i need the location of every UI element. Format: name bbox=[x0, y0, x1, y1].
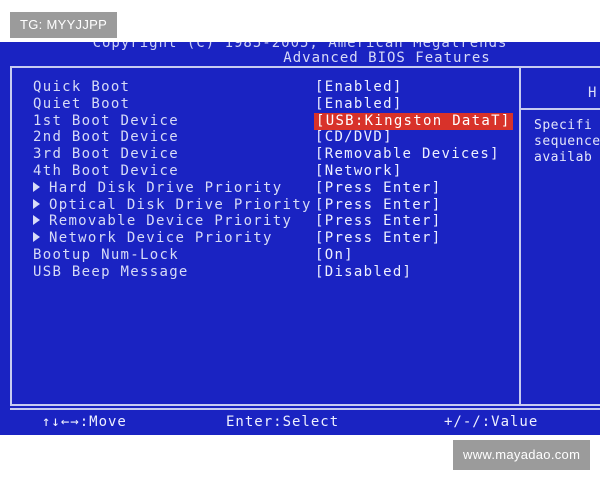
footer-select-hint: Enter:Select bbox=[226, 414, 340, 430]
footer-value-hint: +/-/:Value bbox=[444, 414, 539, 430]
setting-row[interactable]: Bootup Num-Lock [On] bbox=[33, 247, 523, 264]
setting-label-text: USB Beep Message bbox=[33, 263, 189, 280]
page: TG: MYYJJPP Copyright (C) 1985-2005, Ame… bbox=[0, 0, 600, 480]
setting-label: Optical Disk Drive Priority bbox=[33, 197, 312, 214]
settings-list: Quick Boot [Enabled] Quiet Boot [Enabled] 1s… bbox=[33, 79, 523, 281]
setting-label-text: Quiet Boot bbox=[33, 95, 131, 112]
setting-label: 1st Boot Device bbox=[33, 113, 179, 130]
setting-label: Bootup Num-Lock bbox=[33, 247, 179, 264]
submenu-arrow-icon bbox=[33, 181, 40, 192]
setting-label-text: Quick Boot bbox=[33, 79, 131, 95]
setting-value[interactable]: [Removable Devices] bbox=[315, 146, 500, 163]
setting-label: USB Beep Message bbox=[33, 264, 189, 281]
submenu-arrow-icon bbox=[33, 215, 40, 226]
setting-label: Quick Boot bbox=[33, 79, 130, 96]
setting-row[interactable]: Optical Disk Drive Priority [Press Enter] bbox=[33, 197, 523, 214]
setting-label: Hard Disk Drive Priority bbox=[33, 180, 283, 197]
setting-value[interactable]: [Disabled] bbox=[315, 264, 412, 281]
setting-label-text: Optical Disk Drive Priority bbox=[49, 196, 312, 213]
setting-row[interactable]: 4th Boot Device [Network] bbox=[33, 163, 523, 180]
setting-label-text: Removable Device Priority bbox=[49, 213, 293, 230]
setting-label-text: Hard Disk Drive Priority bbox=[49, 179, 283, 196]
help-panel-separator bbox=[521, 108, 600, 110]
setting-label-text: 1st Boot Device bbox=[33, 112, 179, 129]
footer-separator bbox=[10, 408, 600, 410]
setting-label-text: 2nd Boot Device bbox=[33, 129, 179, 146]
setting-row[interactable]: Network Device Priority [Press Enter] bbox=[33, 230, 523, 247]
setting-label-text: 3rd Boot Device bbox=[33, 146, 179, 163]
setting-row[interactable]: Hard Disk Drive Priority [Press Enter] bbox=[33, 180, 523, 197]
setting-value[interactable]: [Enabled] bbox=[315, 96, 403, 113]
setting-row[interactable]: 2nd Boot Device [CD/DVD] bbox=[33, 129, 523, 146]
watermark-top: TG: MYYJJPP bbox=[10, 12, 118, 38]
setting-value[interactable]: [CD/DVD] bbox=[315, 129, 393, 146]
setting-value[interactable]: [Press Enter] bbox=[315, 230, 441, 247]
setting-label-text: Network Device Priority bbox=[49, 230, 273, 247]
watermark-bottom: www.mayadao.com bbox=[453, 440, 590, 470]
help-panel-text: Specifi sequence availab bbox=[534, 118, 600, 165]
submenu-arrow-icon bbox=[33, 232, 40, 243]
setting-label: 4th Boot Device bbox=[33, 163, 179, 180]
setting-row[interactable]: USB Beep Message [Disabled] bbox=[33, 264, 523, 281]
setting-row[interactable]: Quick Boot [Enabled] bbox=[33, 79, 523, 96]
setting-row[interactable]: 3rd Boot Device [Removable Devices] bbox=[33, 146, 523, 163]
setting-value[interactable]: [Press Enter] bbox=[315, 197, 441, 214]
setting-value[interactable]: [Enabled] bbox=[315, 79, 403, 96]
setting-value-selected[interactable]: [USB:Kingston DataT] bbox=[314, 112, 513, 130]
submenu-arrow-icon bbox=[33, 198, 40, 209]
setting-label: Removable Device Priority bbox=[33, 213, 292, 230]
setting-row[interactable]: 1st Boot Device [USB:Kingston DataT] bbox=[33, 112, 523, 130]
setting-label: Quiet Boot bbox=[33, 96, 130, 113]
setting-label: Network Device Priority bbox=[33, 230, 273, 247]
setting-label: 2nd Boot Device bbox=[33, 129, 179, 146]
setting-row[interactable]: Quiet Boot [Enabled] bbox=[33, 96, 523, 113]
setting-label-text: 4th Boot Device bbox=[33, 162, 179, 179]
setting-label-text: Bootup Num-Lock bbox=[33, 246, 179, 263]
bios-screen: Copyright (C) 1985-2005, American Megatr… bbox=[0, 42, 600, 435]
setting-value[interactable]: [Network] bbox=[315, 163, 403, 180]
setting-value[interactable]: [Press Enter] bbox=[315, 180, 441, 197]
footer-move-hint: ↑↓←→:Move bbox=[42, 414, 127, 430]
page-title: Advanced BIOS Features bbox=[283, 50, 491, 66]
setting-value[interactable]: [Press Enter] bbox=[315, 213, 441, 230]
setting-value[interactable]: [On] bbox=[315, 247, 354, 264]
setting-label: 3rd Boot Device bbox=[33, 146, 179, 163]
setting-row[interactable]: Removable Device Priority [Press Enter] bbox=[33, 213, 523, 230]
help-panel-title: H bbox=[588, 85, 597, 101]
